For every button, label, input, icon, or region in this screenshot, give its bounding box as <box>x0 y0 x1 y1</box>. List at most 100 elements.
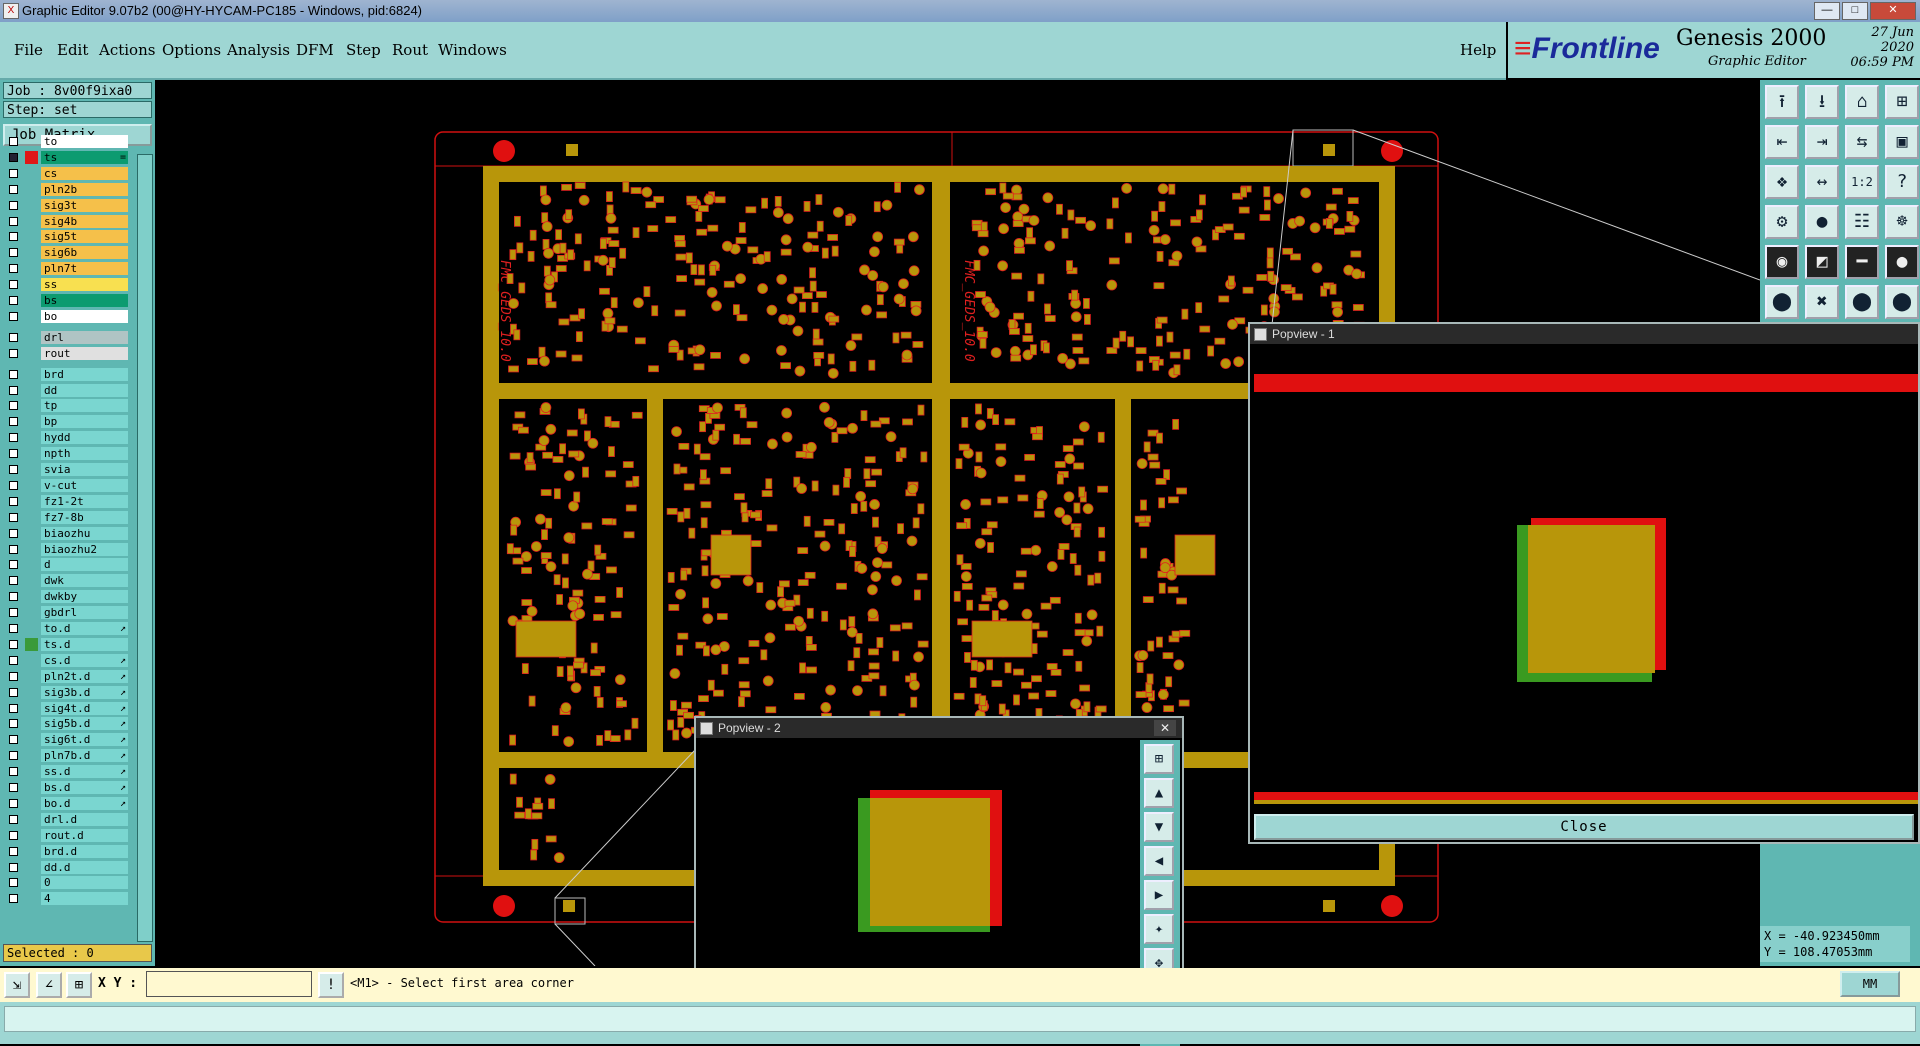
layer-work-marker[interactable] <box>25 717 38 730</box>
layer-checkbox[interactable] <box>9 496 18 506</box>
layer-checkbox[interactable] <box>9 751 18 761</box>
layer-name[interactable]: dwk <box>41 574 128 588</box>
layer-name[interactable]: to.d ↗ <box>41 622 128 635</box>
layer-work-marker[interactable] <box>25 399 38 412</box>
layer-work-marker[interactable] <box>25 183 38 196</box>
layer-row[interactable]: bs.d ↗ <box>6 781 128 795</box>
measure-icon[interactable]: ● <box>1805 205 1839 239</box>
zoom-fit-icon[interactable]: ↔ <box>1805 165 1839 199</box>
layer-name[interactable]: fz1-2t <box>41 494 128 508</box>
layer-checkbox[interactable] <box>9 703 18 713</box>
popview-left-icon[interactable]: ◀ <box>1144 846 1174 876</box>
layer-row[interactable]: pln2b <box>6 182 128 197</box>
layer-name[interactable]: biaozhu <box>41 526 128 540</box>
layer-name[interactable]: sig4t.d ↗ <box>41 701 128 715</box>
layer-name[interactable]: dwkby <box>41 590 128 604</box>
layer-checkbox[interactable] <box>9 311 18 321</box>
minimize-button[interactable]: — <box>1814 2 1840 20</box>
angle-mode-icon[interactable]: ∠ <box>36 972 62 998</box>
layer-checkbox[interactable] <box>9 798 18 808</box>
circle-icon[interactable]: ● <box>1885 245 1919 279</box>
layer-work-marker[interactable] <box>25 215 38 228</box>
layer-checkbox[interactable] <box>9 783 18 792</box>
line-mode-icon[interactable]: ⇲ <box>4 972 30 998</box>
popview-2-close-button[interactable]: ✕ <box>1154 720 1176 736</box>
layer-checkbox[interactable] <box>9 152 18 162</box>
layer-row[interactable]: pln7t <box>6 262 128 276</box>
layer-checkbox[interactable] <box>9 608 18 618</box>
pan-left-icon[interactable]: ⇤ <box>1765 125 1799 159</box>
layer-checkbox[interactable] <box>9 592 18 602</box>
layer-checkbox[interactable] <box>9 417 18 427</box>
layer-row[interactable]: bp <box>6 415 128 429</box>
fit-screen-icon[interactable]: ❖ <box>1765 165 1799 199</box>
layer-name[interactable]: pln7b.d ↗ <box>41 749 128 763</box>
popview-zoom-icon[interactable]: ⊞ <box>1144 744 1174 774</box>
layer-checkbox[interactable] <box>9 465 18 474</box>
layer-work-marker[interactable] <box>25 479 38 492</box>
layer-checkbox[interactable] <box>9 137 18 146</box>
xy-input[interactable] <box>146 971 312 997</box>
layer-name[interactable]: rout <box>41 346 128 360</box>
layer-name[interactable]: sig6t.d ↗ <box>41 733 128 747</box>
layer-work-marker[interactable] <box>25 495 38 508</box>
layer-work-marker[interactable] <box>25 765 38 778</box>
layer-checkbox[interactable] <box>9 200 18 210</box>
grid-mode-icon[interactable]: ⊞ <box>66 972 92 998</box>
layer-name[interactable]: sig3b.d ↗ <box>41 685 128 699</box>
layer-checkbox[interactable] <box>9 576 18 586</box>
popview-fit-icon[interactable]: ✦ <box>1144 914 1174 944</box>
layer-name[interactable]: fz7-8b <box>41 510 128 524</box>
layer-name[interactable]: drl.d <box>41 812 128 826</box>
layer-work-marker[interactable] <box>25 733 38 746</box>
layer-work-marker[interactable] <box>25 246 38 259</box>
layer-name[interactable]: hydd <box>41 431 128 445</box>
layer-name[interactable]: npth <box>41 447 128 461</box>
layer-checkbox[interactable] <box>9 401 18 411</box>
menu-analysis[interactable]: Analysis <box>227 41 290 59</box>
layer-checkbox[interactable] <box>9 232 18 242</box>
layer-checkbox[interactable] <box>9 280 18 290</box>
layer-name[interactable]: ts = <box>41 150 128 164</box>
layer-work-marker[interactable] <box>25 558 38 571</box>
layer-row[interactable]: svia <box>6 463 128 477</box>
menu-step[interactable]: Step <box>346 41 381 59</box>
layer-work-marker[interactable] <box>25 463 38 476</box>
layer-row[interactable]: ts = <box>6 150 128 165</box>
layer-row[interactable]: fz7-8b <box>6 510 128 525</box>
layer-row[interactable]: npth <box>6 447 128 461</box>
layer-checkbox[interactable] <box>9 216 18 226</box>
layer-row[interactable]: v-cut <box>6 478 128 493</box>
layer-row[interactable]: brd <box>6 367 128 382</box>
pan-right-icon[interactable]: ⇥ <box>1805 125 1839 159</box>
layer-name[interactable]: ts.d <box>41 637 128 651</box>
units-button[interactable]: MM <box>1840 971 1900 997</box>
layer-checkbox[interactable] <box>9 735 18 745</box>
layer-checkbox[interactable] <box>9 385 18 395</box>
layer-work-marker[interactable] <box>25 892 38 905</box>
layer-work-marker[interactable] <box>25 199 38 212</box>
layer-checkbox[interactable] <box>9 560 18 570</box>
layer-row[interactable]: drl.d <box>6 812 128 827</box>
layer-checkbox[interactable] <box>9 894 18 904</box>
layer-name[interactable]: dd.d <box>41 860 128 874</box>
layer-checkbox[interactable] <box>9 624 18 633</box>
layer-name[interactable]: to <box>41 135 128 148</box>
layer-work-marker[interactable] <box>25 637 38 651</box>
layer-row[interactable]: rout.d <box>6 828 128 843</box>
layer-row[interactable]: ts.d <box>6 637 128 652</box>
layer-work-marker[interactable] <box>25 781 38 794</box>
layer-row[interactable]: sig3b.d ↗ <box>6 685 128 700</box>
layer-work-marker[interactable] <box>25 797 38 810</box>
cross-icon[interactable]: ✖ <box>1805 285 1839 319</box>
popview-2-title-bar[interactable]: Popview - 2 ✕ <box>696 718 1182 738</box>
layer-checkbox[interactable] <box>9 512 18 522</box>
layer-work-marker[interactable] <box>25 861 38 874</box>
layer-name[interactable]: bs.d ↗ <box>41 781 128 794</box>
layer-work-marker[interactable] <box>25 574 38 587</box>
layer-checkbox[interactable] <box>9 862 18 872</box>
layer-name[interactable]: v-cut <box>41 478 128 492</box>
layer-row[interactable]: sig6t.d ↗ <box>6 733 128 747</box>
layer-row[interactable]: dwk <box>6 574 128 588</box>
layer-row[interactable]: gbdrl <box>6 606 128 620</box>
